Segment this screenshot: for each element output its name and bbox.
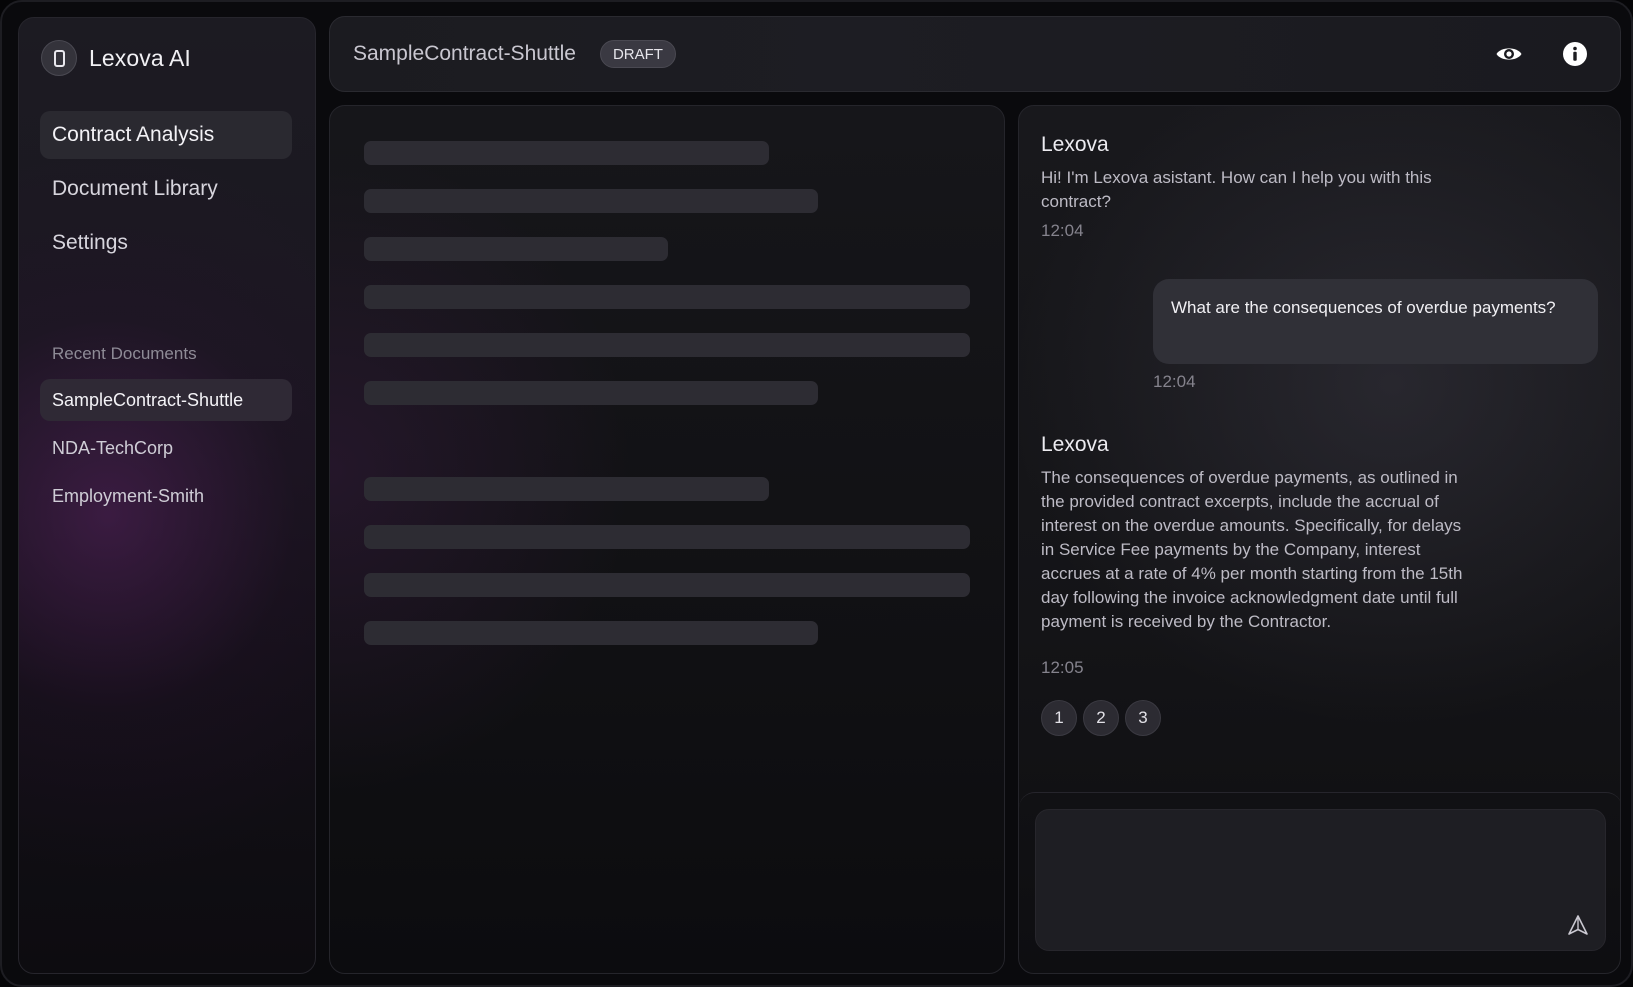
skeleton-line [364,573,970,597]
nav-item-label: Document Library [52,177,218,200]
message-timestamp: 12:04 [1041,221,1084,240]
nav-item-label: Settings [52,231,128,254]
source-references: 1 2 3 [1041,700,1161,736]
document-icon [41,40,77,76]
document-title: SampleContract-Shuttle [353,42,576,65]
message-sender: Lexova [1041,433,1109,456]
recent-documents-list: SampleContract-Shuttle NDA-TechCorp Empl… [40,379,292,523]
status-badge: DRAFT [599,40,676,68]
user-message-bubble: What are the consequences of overdue pay… [1153,279,1598,364]
message-timestamp: 12:05 [1041,658,1084,677]
recent-document-label: SampleContract-Shuttle [52,389,244,410]
recent-document-item[interactable]: SampleContract-Shuttle [40,379,292,421]
recent-document-item[interactable]: NDA-TechCorp [40,427,292,469]
skeleton-line [364,525,970,549]
document-viewer [329,105,1005,974]
nav-item-label: Contract Analysis [52,123,215,146]
skeleton-line [364,381,818,405]
chat-panel: Lexova Hi! I'm Lexova asistant. How can … [1018,105,1621,974]
recent-document-label: NDA-TechCorp [52,437,174,458]
skeleton-line [364,141,769,165]
skeleton-line [364,477,769,501]
reference-chip[interactable]: 2 [1083,700,1119,736]
skeleton-line [364,621,818,645]
reference-chip[interactable]: 1 [1041,700,1077,736]
message-composer [1035,809,1606,951]
nav-item-settings[interactable]: Settings [40,219,292,267]
recent-document-item[interactable]: Employment-Smith [40,475,292,517]
header-actions [1494,39,1590,69]
recent-documents-heading: Recent Documents [52,344,197,363]
skeleton-line [364,333,970,357]
recent-document-label: Employment-Smith [52,485,205,506]
main-nav: Contract Analysis Document Library Setti… [40,111,292,273]
brand[interactable]: Lexova AI [41,40,191,76]
reference-chip[interactable]: 3 [1125,700,1161,736]
message-sender: Lexova [1041,133,1109,156]
message-input[interactable] [1050,824,1550,852]
eye-icon[interactable] [1494,39,1524,69]
sidebar: Lexova AI Contract Analysis Document Lib… [18,17,316,974]
assistant-message-text: Hi! I'm Lexova asistant. How can I help … [1041,168,1432,211]
skeleton-line [364,285,970,309]
composer-area [1019,792,1620,973]
assistant-message-text: The consequences of overdue payments, as… [1041,468,1463,631]
nav-item-contract-analysis[interactable]: Contract Analysis [40,111,292,159]
info-icon[interactable] [1560,39,1590,69]
nav-item-document-library[interactable]: Document Library [40,165,292,213]
message-timestamp: 12:04 [1153,372,1196,391]
brand-name: Lexova AI [89,44,191,71]
send-icon[interactable] [1565,912,1591,938]
app-window: Lexova AI Contract Analysis Document Lib… [0,0,1633,987]
skeleton-line [364,237,668,261]
skeleton-line [364,189,818,213]
document-header: SampleContract-Shuttle DRAFT [329,16,1621,92]
